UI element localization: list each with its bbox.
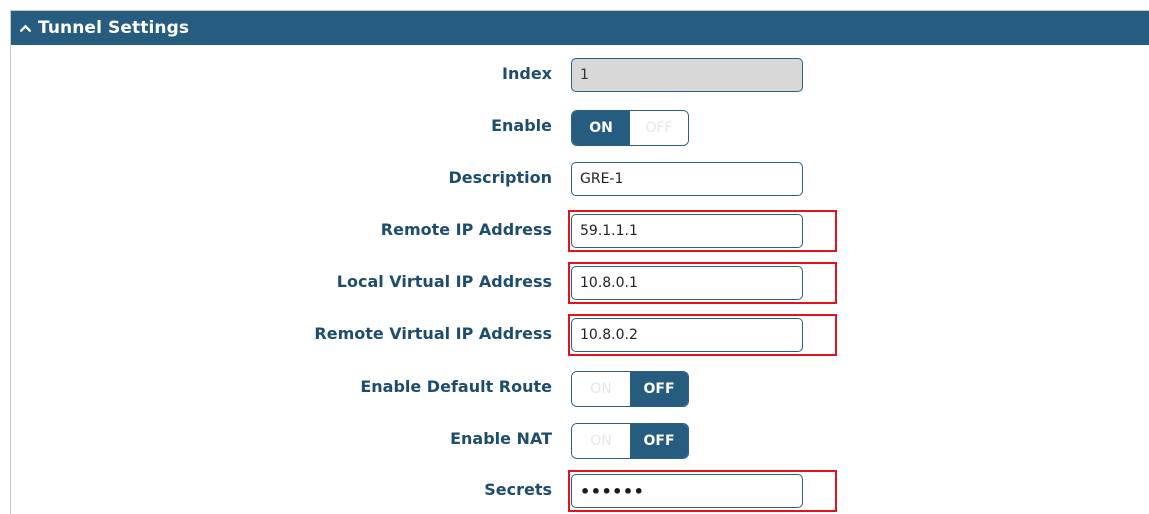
remote-virtual-ip-row: Remote Virtual IP Address 10.8.0.2 — [11, 314, 1149, 356]
default-route-toggle[interactable]: ON OFF — [571, 371, 689, 407]
section-title: Tunnel Settings — [38, 18, 190, 38]
nat-toggle-on[interactable]: ON — [572, 424, 630, 458]
secrets-field[interactable]: •••••• — [571, 474, 803, 508]
index-row: Index 1 — [11, 58, 1149, 92]
enable-toggle[interactable]: ON OFF — [571, 110, 689, 146]
secrets-row: Secrets •••••• — [11, 470, 1149, 512]
description-row: Description GRE-1 — [11, 162, 1149, 196]
secrets-label: Secrets — [484, 480, 552, 499]
nat-toggle-off[interactable]: OFF — [630, 424, 688, 458]
index-label: Index — [502, 64, 552, 83]
enable-toggle-off[interactable]: OFF — [630, 111, 688, 145]
remote-virtual-ip-label: Remote Virtual IP Address — [314, 324, 552, 343]
local-virtual-ip-field[interactable]: 10.8.0.1 — [571, 266, 803, 300]
enable-toggle-on[interactable]: ON — [572, 111, 630, 145]
default-route-toggle-off[interactable]: OFF — [630, 372, 688, 406]
nat-toggle[interactable]: ON OFF — [571, 423, 689, 459]
description-field[interactable]: GRE-1 — [571, 162, 803, 196]
description-label: Description — [448, 168, 552, 187]
default-route-toggle-on[interactable]: ON — [572, 372, 630, 406]
remote-ip-row: Remote IP Address 59.1.1.1 — [11, 210, 1149, 252]
chevron-up-icon[interactable] — [19, 22, 32, 35]
nat-label: Enable NAT — [450, 429, 552, 448]
local-virtual-ip-label: Local Virtual IP Address — [336, 272, 552, 291]
remote-ip-field[interactable]: 59.1.1.1 — [571, 214, 803, 248]
enable-label: Enable — [491, 116, 552, 135]
tunnel-settings-panel: Tunnel Settings Index 1 Enable ON OFF De… — [10, 10, 1149, 514]
remote-virtual-ip-field[interactable]: 10.8.0.2 — [571, 318, 803, 352]
local-virtual-ip-row: Local Virtual IP Address 10.8.0.1 — [11, 262, 1149, 304]
enable-row: Enable ON OFF — [11, 110, 1149, 146]
remote-ip-label: Remote IP Address — [380, 220, 552, 239]
default-route-row: Enable Default Route ON OFF — [11, 371, 1149, 407]
nat-row: Enable NAT ON OFF — [11, 423, 1149, 459]
section-header[interactable]: Tunnel Settings — [11, 11, 1149, 45]
index-field: 1 — [571, 58, 803, 92]
default-route-label: Enable Default Route — [360, 377, 552, 396]
